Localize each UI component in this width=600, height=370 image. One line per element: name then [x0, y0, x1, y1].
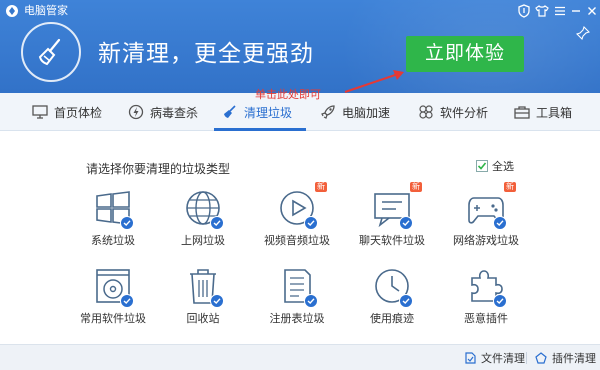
checked-icon — [210, 216, 224, 230]
file-clean-icon — [465, 352, 476, 364]
tab-virus-scan[interactable]: 病毒查杀 — [128, 93, 198, 131]
junk-item-label: 聊天软件垃圾 — [359, 235, 425, 247]
plugin-clean-icon — [535, 352, 547, 364]
app-logo-icon — [5, 4, 19, 18]
junk-item-label: 网络游戏垃圾 — [453, 235, 519, 247]
tab-software-analysis[interactable]: 软件分析 — [418, 93, 488, 131]
junk-item-registry[interactable]: 注册表垃圾 — [257, 266, 337, 336]
tab-label: 首页体检 — [54, 105, 103, 120]
footer-bar: 文件清理 插件清理 — [0, 344, 600, 370]
tab-speed-up[interactable]: 电脑加速 — [320, 93, 390, 131]
close-icon[interactable] — [584, 3, 600, 19]
toolbox-icon — [514, 106, 530, 119]
junk-item-label: 常用软件垃圾 — [80, 313, 146, 325]
title-bar: 电脑管家 — [0, 0, 600, 22]
checked-icon — [304, 294, 318, 308]
select-all-checkbox[interactable]: 全选 — [476, 158, 514, 174]
checked-icon — [399, 294, 413, 308]
skin-tshirt-icon[interactable] — [534, 3, 550, 19]
plugin-clean-link[interactable]: 插件清理 — [535, 350, 596, 366]
junk-item-recycle-bin[interactable]: 回收站 — [163, 266, 243, 336]
junk-item-video-audio[interactable]: 新 视频音频垃圾 — [257, 182, 337, 258]
active-tab-indicator — [214, 128, 306, 131]
checked-icon — [120, 216, 134, 230]
pin-icon[interactable] — [575, 25, 591, 41]
try-now-button[interactable]: 立即体验 — [406, 36, 524, 72]
checked-icon — [493, 294, 507, 308]
clover-icon — [419, 105, 433, 119]
broom-logo-icon — [21, 22, 81, 82]
broom-icon — [224, 105, 236, 118]
annotation-text: 单击此处即可 — [255, 89, 321, 101]
junk-item-label: 注册表垃圾 — [269, 313, 325, 325]
checked-icon — [493, 216, 507, 230]
shield-icon[interactable] — [516, 3, 532, 19]
window-title: 电脑管家 — [24, 5, 68, 17]
plugin-clean-label: 插件清理 — [552, 353, 596, 365]
checked-icon — [304, 216, 318, 230]
tab-label: 工具箱 — [536, 105, 573, 120]
junk-item-label: 使用痕迹 — [370, 313, 414, 325]
junk-item-common-software[interactable]: 常用软件垃圾 — [73, 266, 153, 336]
junk-item-system[interactable]: 系统垃圾 — [73, 188, 153, 258]
checked-icon — [210, 294, 224, 308]
select-all-label: 全选 — [492, 161, 514, 173]
junk-item-label: 系统垃圾 — [91, 235, 135, 247]
file-clean-label: 文件清理 — [481, 353, 525, 365]
junk-item-label: 回收站 — [186, 313, 220, 325]
menu-icon[interactable] — [552, 3, 568, 19]
file-clean-link[interactable]: 文件清理 — [465, 350, 525, 366]
monitor-icon — [32, 105, 48, 119]
junk-item-label: 视频音频垃圾 — [264, 235, 330, 247]
junk-item-internet[interactable]: 上网垃圾 — [163, 188, 243, 258]
junk-item-chat[interactable]: 新 聊天软件垃圾 — [352, 182, 432, 258]
junk-item-malicious-plugin[interactable]: 恶意插件 — [446, 266, 526, 336]
banner-slogan: 新清理，更全更强劲 — [98, 40, 314, 66]
checked-icon — [399, 216, 413, 230]
new-badge: 新 — [410, 182, 422, 192]
minimize-icon[interactable] — [568, 3, 584, 19]
lightning-shield-icon — [128, 104, 144, 120]
new-badge: 新 — [315, 182, 327, 192]
tab-label: 电脑加速 — [342, 105, 391, 120]
tab-label: 病毒查杀 — [150, 105, 199, 120]
tab-home-checkup[interactable]: 首页体检 — [32, 93, 102, 131]
junk-item-usage-traces[interactable]: 使用痕迹 — [352, 266, 432, 336]
tab-label: 清理垃圾 — [244, 105, 293, 120]
header-banner: 电脑管家 新清理，更全更强劲 立即体验 — [0, 0, 600, 93]
tab-label: 软件分析 — [440, 105, 489, 120]
new-badge: 新 — [504, 182, 516, 192]
section-title: 请选择你要清理的垃圾类型 — [86, 162, 231, 176]
tab-toolbox[interactable]: 工具箱 — [514, 93, 572, 131]
checkbox-icon — [476, 160, 488, 172]
junk-item-label: 恶意插件 — [464, 313, 508, 325]
junk-item-label: 上网垃圾 — [181, 235, 225, 247]
junk-item-online-game[interactable]: 新 网络游戏垃圾 — [446, 182, 526, 258]
rocket-icon — [321, 105, 335, 119]
footer-divider — [526, 352, 527, 364]
checked-icon — [120, 294, 134, 308]
